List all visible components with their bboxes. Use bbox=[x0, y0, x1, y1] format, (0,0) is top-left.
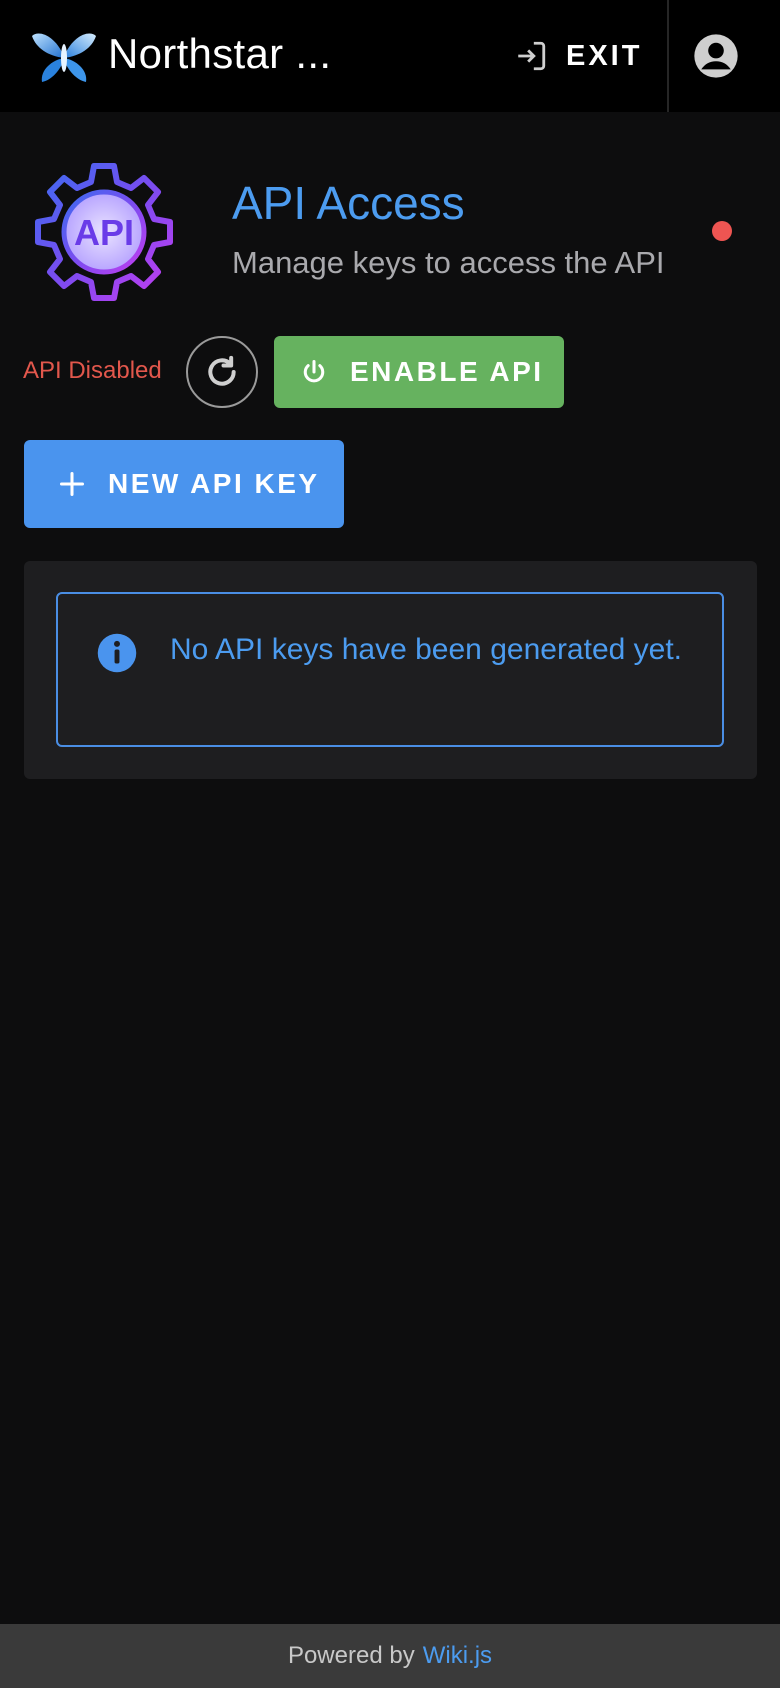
new-api-key-button[interactable]: NEW API KEY bbox=[24, 440, 344, 528]
api-status-label: API Disabled bbox=[23, 357, 162, 384]
exit-label: EXIT bbox=[566, 39, 643, 72]
page-subtitle: Manage keys to access the API bbox=[232, 245, 665, 280]
plus-icon bbox=[59, 471, 85, 497]
refresh-button[interactable] bbox=[186, 336, 258, 408]
footer-wikijs-link[interactable]: Wiki.js bbox=[423, 1642, 492, 1670]
exit-icon bbox=[518, 41, 546, 71]
account-circle-icon bbox=[694, 34, 738, 78]
refresh-icon bbox=[208, 355, 236, 386]
account-button[interactable] bbox=[690, 30, 742, 82]
info-icon bbox=[97, 633, 137, 673]
butterfly-logo-icon bbox=[32, 33, 96, 82]
api-keys-card: No API keys have been generated yet. bbox=[24, 561, 757, 779]
header-divider bbox=[667, 0, 669, 112]
footer: Powered by Wiki.js bbox=[0, 1624, 780, 1688]
new-api-key-label: NEW API KEY bbox=[108, 468, 320, 499]
empty-keys-alert: No API keys have been generated yet. bbox=[56, 592, 724, 747]
svg-text:API: API bbox=[74, 212, 134, 253]
empty-keys-message: No API keys have been generated yet. bbox=[170, 633, 683, 666]
footer-prefix: Powered by bbox=[287, 1642, 415, 1669]
power-icon bbox=[303, 359, 325, 383]
page-title: API Access bbox=[232, 177, 465, 229]
exit-button[interactable]: EXIT bbox=[506, 20, 656, 92]
app-header: Northstar ... EXIT bbox=[0, 0, 780, 112]
enable-api-button[interactable]: ENABLE API bbox=[274, 336, 564, 408]
brand-name: Northstar ... bbox=[108, 30, 332, 77]
api-gear-icon: API bbox=[35, 163, 173, 301]
status-indicator bbox=[712, 221, 732, 241]
enable-api-label: ENABLE API bbox=[350, 356, 544, 387]
